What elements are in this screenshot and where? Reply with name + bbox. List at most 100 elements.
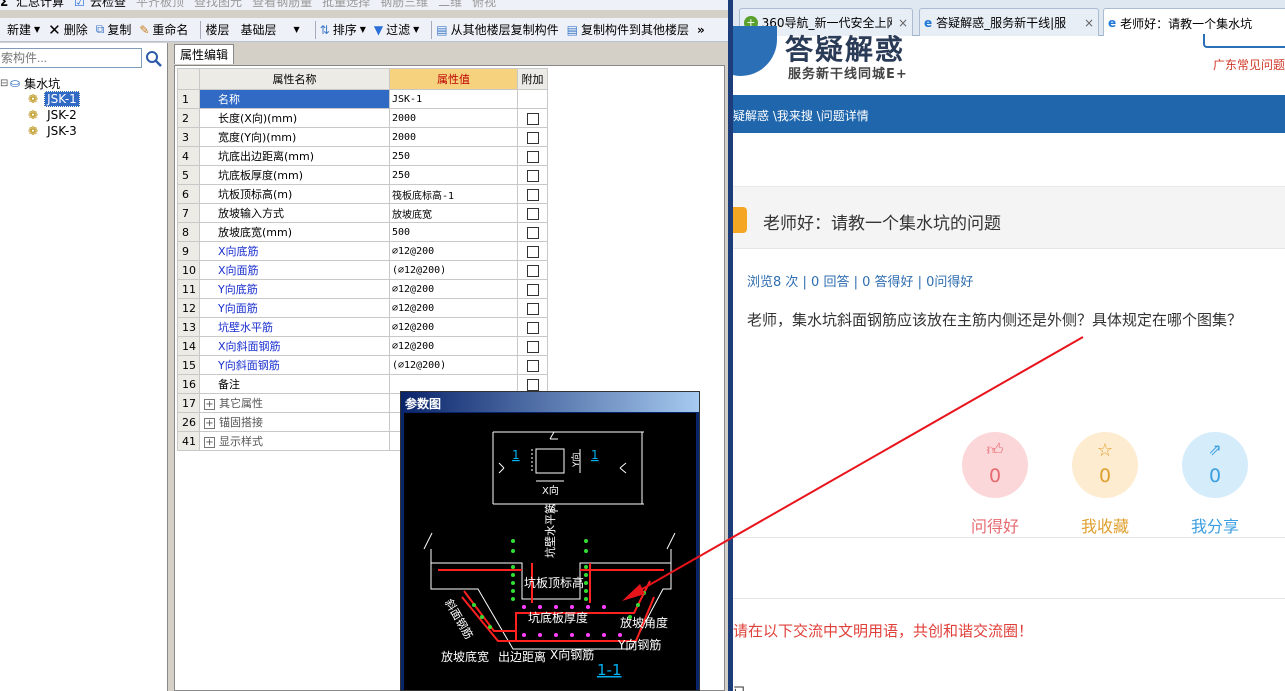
property-name: 坑壁水平筋 <box>199 317 390 337</box>
property-value[interactable]: 2000 <box>389 127 518 147</box>
breadcrumb[interactable]: 疑解惑 \我来搜 \问题详情 <box>733 95 1285 133</box>
favorite-label[interactable]: 我收藏 <box>1065 513 1145 537</box>
copy-from-floor-button[interactable]: ▤ 从其他楼层复制构件 <box>436 21 558 38</box>
property-row[interactable]: 14 X向斜面钢筋 ⌀12@200 <box>177 336 548 356</box>
property-row[interactable]: 4 坑底出边距离(mm) 250 <box>177 146 548 166</box>
property-value[interactable]: ⌀12@200 <box>389 279 518 299</box>
property-value[interactable]: ⌀12@200 <box>389 336 518 356</box>
region-link[interactable]: 广东常见问题 <box>1213 56 1285 73</box>
property-row[interactable]: 12 Y向面筋 ⌀12@200 <box>177 298 548 318</box>
view-rebar-button[interactable]: 查看钢筋量 <box>252 0 312 10</box>
extra-checkbox[interactable] <box>526 340 539 353</box>
property-value[interactable]: JSK-1 <box>389 89 518 109</box>
divider <box>733 537 1285 538</box>
cad-application-window: Σ 汇总计算 ☑ 云检查 平齐板顶 查找图元 查看钢筋量 批量选择 钢筋三维 二维 … <box>0 0 731 691</box>
property-row[interactable]: 9 X向底筋 ⌀12@200 <box>177 241 548 261</box>
copy-button[interactable]: ⧉ 复制 <box>96 21 132 38</box>
floor-select[interactable]: 基础层 ▼ <box>237 21 302 39</box>
browser-tab-question[interactable]: e 老师好：请教一个集水坑 <box>1103 8 1285 37</box>
etiquette-notice: 请在以下交流中文明用语，共创和谐交流圈！ <box>733 622 1034 640</box>
section-mark-left: 1 <box>512 448 520 462</box>
top-elevation-label: 坑板顶标高 <box>524 575 584 590</box>
batch-select-button[interactable]: 批量选择 <box>322 0 370 10</box>
sum-calc-button[interactable]: Σ 汇总计算 <box>0 0 64 10</box>
property-value[interactable]: 放坡底宽 <box>389 203 518 223</box>
favorite-button[interactable]: ☆ 0 <box>1072 432 1138 498</box>
share-label[interactable]: 我分享 <box>1175 513 1255 537</box>
extra-checkbox[interactable] <box>526 131 539 144</box>
search-icon[interactable] <box>145 50 163 68</box>
extra-checkbox[interactable] <box>526 283 539 296</box>
close-tab-icon[interactable]: × <box>1084 16 1094 30</box>
find-element-button[interactable]: 查找图元 <box>194 0 242 10</box>
extra-checkbox[interactable] <box>526 150 539 163</box>
extra-checkbox[interactable] <box>526 264 539 277</box>
property-row[interactable]: 7 放坡输入方式 放坡底宽 <box>177 203 548 223</box>
extra-checkbox[interactable] <box>526 226 539 239</box>
filter-button[interactable]: ▼ 过滤 ▼ <box>374 21 419 38</box>
extra-checkbox[interactable] <box>526 207 539 220</box>
share-button[interactable]: ⇗ 0 <box>1182 432 1248 498</box>
property-value[interactable]: (⌀12@200) <box>389 355 518 375</box>
property-row[interactable]: 8 放坡底宽(mm) 500 <box>177 222 548 242</box>
tree-item-jsk-1[interactable]: ❁ JSK-1 <box>0 91 80 107</box>
rename-button[interactable]: ✎ 重命名 <box>139 21 188 38</box>
property-row[interactable]: 13 坑壁水平筋 ⌀12@200 <box>177 317 548 337</box>
property-value[interactable]: 250 <box>389 146 518 166</box>
component-search-input[interactable] <box>0 48 142 68</box>
cloud-check-button[interactable]: ☑ 云检查 <box>74 0 126 10</box>
extra-cell <box>517 355 548 375</box>
rebar-3d-button[interactable]: 钢筋三维 <box>380 0 428 10</box>
new-button[interactable]: 新建 ▼ <box>0 21 40 38</box>
property-row[interactable]: 10 X向面筋 (⌀12@200) <box>177 260 548 280</box>
tab-property-edit[interactable]: 属性编辑 <box>174 44 235 64</box>
filter-icon: ▼ <box>373 22 384 37</box>
extra-checkbox[interactable] <box>526 112 539 125</box>
property-row[interactable]: 3 宽度(Y向)(mm) 2000 <box>177 127 548 147</box>
extra-cell <box>517 165 548 185</box>
property-value[interactable]: ⌀12@200 <box>389 241 518 261</box>
property-value[interactable]: 筏板底标高-1 <box>389 184 518 204</box>
group-label: 其它属性 <box>219 397 263 410</box>
sort-button[interactable]: ⇅ 排序 ▼ <box>320 21 366 38</box>
top-view-select[interactable]: 俯视 <box>472 0 496 10</box>
extra-checkbox[interactable] <box>526 169 539 182</box>
view-2d-select[interactable]: 二维 <box>438 0 462 10</box>
expand-icon[interactable]: + <box>204 418 215 429</box>
property-row[interactable]: 5 坑底板厚度(mm) 250 <box>177 165 548 185</box>
question-header: 老师好：请教一个集水坑的问题 <box>733 186 1285 249</box>
property-row[interactable]: 11 Y向底筋 ⌀12@200 <box>177 279 548 299</box>
row-number: 2 <box>177 108 200 128</box>
site-logo-icon <box>733 26 777 76</box>
extra-checkbox[interactable] <box>526 359 539 372</box>
expand-icon[interactable]: + <box>204 437 215 448</box>
collapse-icon[interactable]: ⊟ <box>0 78 8 89</box>
property-row[interactable]: 1 名称 JSK-1 <box>177 89 548 109</box>
tree-item-jsk-3[interactable]: ❁ JSK-3 <box>0 123 80 139</box>
extra-checkbox[interactable] <box>526 321 539 334</box>
property-row[interactable]: 2 长度(X向)(mm) 2000 <box>177 108 548 128</box>
toolbar-more-button[interactable]: » <box>697 23 705 37</box>
property-row[interactable]: 15 Y向斜面钢筋 (⌀12@200) <box>177 355 548 375</box>
expand-icon[interactable]: + <box>204 399 215 410</box>
property-value[interactable]: 500 <box>389 222 518 242</box>
property-value[interactable]: ⌀12@200 <box>389 317 518 337</box>
tree-root[interactable]: ⊟ ⛀ 集水坑 <box>0 75 80 91</box>
property-value[interactable]: (⌀12@200) <box>389 260 518 280</box>
property-value[interactable]: ⌀12@200 <box>389 298 518 318</box>
tree-item-jsk-2[interactable]: ❁ JSK-2 <box>0 107 80 123</box>
property-value[interactable]: 250 <box>389 165 518 185</box>
extra-checkbox[interactable] <box>526 188 539 201</box>
extra-checkbox[interactable] <box>526 302 539 315</box>
flush-top-button[interactable]: 平齐板顶 <box>136 0 184 10</box>
like-label[interactable]: 问得好 <box>955 513 1035 537</box>
property-row[interactable]: 6 坑板顶标高(m) 筏板底标高-1 <box>177 184 548 204</box>
copy-to-floor-button[interactable]: ▤ 复制构件到其他楼层 <box>567 21 689 38</box>
delete-button[interactable]: ✕ 删除 <box>48 21 88 39</box>
browser-tab-dayi[interactable]: e 答疑解惑_服务新干线|服 × <box>919 8 1099 36</box>
property-value[interactable]: 2000 <box>389 108 518 128</box>
like-button[interactable]: 👍︎ 0 <box>962 432 1028 498</box>
extra-checkbox[interactable] <box>526 378 539 391</box>
thumbs-up-icon: 👍︎ <box>986 440 1004 459</box>
extra-checkbox[interactable] <box>526 245 539 258</box>
